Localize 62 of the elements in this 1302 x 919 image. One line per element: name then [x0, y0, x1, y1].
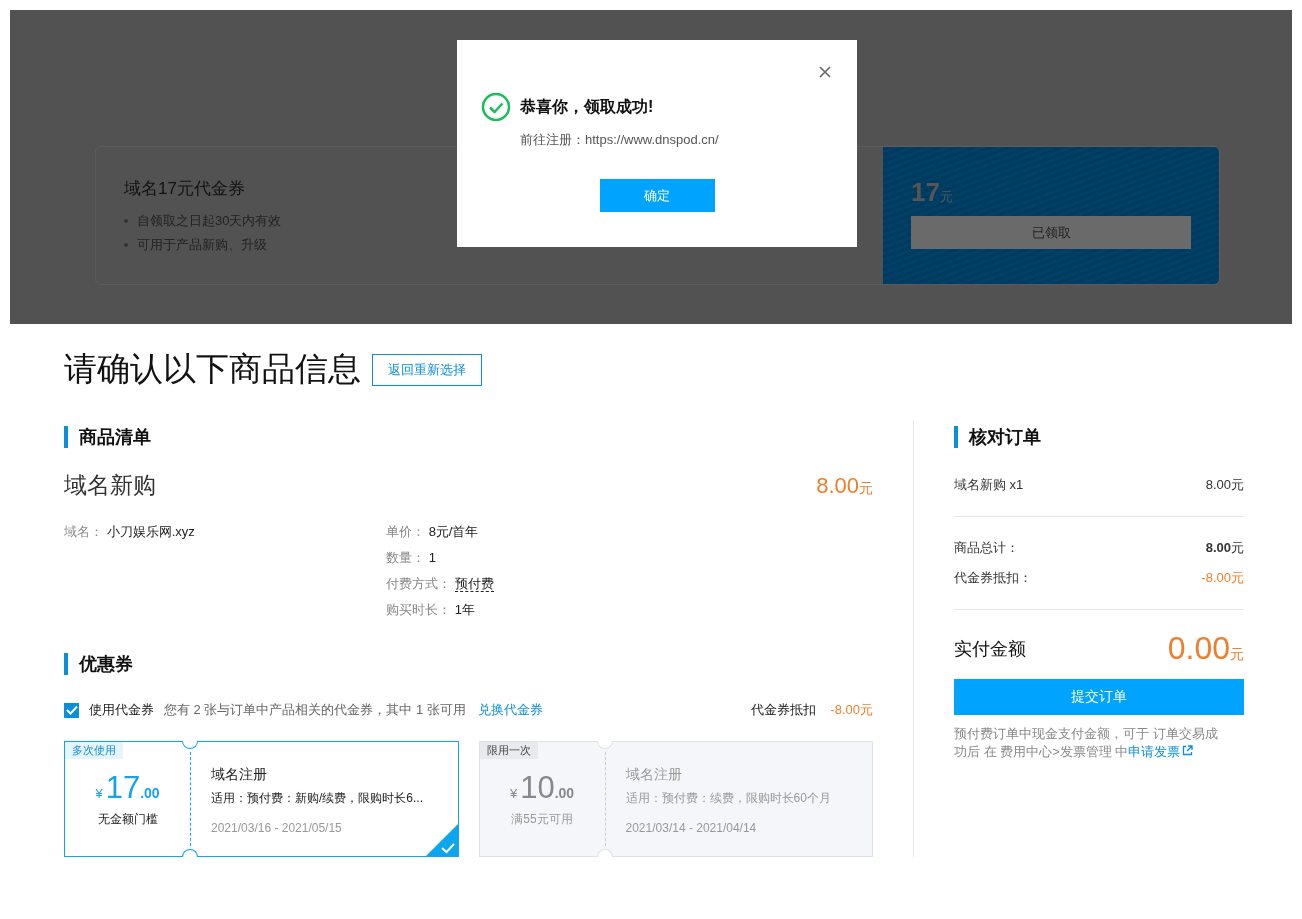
- voucher-amount: ¥17.00: [95, 770, 160, 807]
- invoice-link[interactable]: 申请发票: [1128, 744, 1194, 759]
- validity-dates: 2021/03/16 - 2021/05/15: [211, 821, 343, 835]
- success-check-icon: [481, 92, 511, 122]
- amount-due: 0.00元: [1167, 630, 1244, 667]
- product-price: 8.00元: [816, 472, 873, 499]
- total-value: 8.00元: [1205, 539, 1244, 557]
- submit-order-button[interactable]: 提交订单: [954, 679, 1244, 715]
- close-icon[interactable]: [819, 66, 831, 78]
- voucher-title: 域名17元代金券: [124, 178, 245, 200]
- product-name: 域名新购: [64, 471, 156, 500]
- notch-cutout: [596, 741, 613, 749]
- detail-label: 域名：: [64, 524, 103, 539]
- confirm-button[interactable]: 确定: [599, 179, 715, 212]
- order-item: 域名新购 x1: [954, 476, 1024, 494]
- detail-label: 付费方式：: [386, 576, 451, 591]
- detail-value: 1: [428, 550, 436, 565]
- voucher-card[interactable]: 多次使用 ¥17.00 无金额门槛 域名注册 适用：预付费：新购/续费，限购时长6... 2021/03/16 - 2021/05/15: [64, 741, 459, 857]
- selected-check-icon: [424, 823, 459, 857]
- validity-dates: 2021/03/14 - 2021/04/14: [625, 821, 758, 835]
- detail-value: 小刀娱乐网.xyz: [106, 524, 195, 539]
- back-button[interactable]: 返回重新选择: [372, 353, 482, 386]
- amount-due-label: 实付金额: [954, 637, 1026, 661]
- claimed-button[interactable]: 已领取: [911, 216, 1191, 249]
- external-link-icon: [1182, 745, 1194, 756]
- invoice-note: 预付费订单中现金支付金额，可于 订单交易成功后 在 费用中心>发票管理 中申请发票: [954, 725, 1219, 761]
- deduction-label: 代金券抵扣: [751, 701, 817, 719]
- voucher-scope: 适用：预付费：续费，限购时长60个月: [625, 790, 831, 807]
- redeem-link[interactable]: 兑换代金券: [477, 701, 543, 719]
- voucher-card[interactable]: 限用一次 ¥10.00 满55元可用 域名注册 适用：预付费：续费，限购时长60个月 2021/03/14 - 2021/04/14: [478, 741, 873, 857]
- detail-label: 数量：: [386, 550, 425, 565]
- voucher-title: 域名注册: [625, 766, 683, 784]
- total-label: 代金券抵扣：: [954, 569, 1032, 587]
- voucher-amount: ¥10.00: [509, 770, 575, 807]
- usage-tag: 限用一次: [479, 742, 538, 759]
- voucher-amount: 17元: [911, 177, 954, 208]
- voucher-condition: 满55元可用: [511, 810, 573, 828]
- checkbox-label: 使用代金券: [89, 701, 154, 719]
- notch-cutout: [596, 849, 613, 857]
- order-item-price: 8.00元: [1205, 476, 1244, 494]
- detail-label: 购买时长：: [386, 602, 451, 617]
- voucher-condition: 无金额门槛: [97, 810, 158, 828]
- section-heading: 核对订单: [954, 426, 1041, 448]
- detail-value: 8元/首年: [428, 524, 479, 539]
- section-heading: 商品清单: [64, 426, 151, 448]
- voucher-info: 您有 2 张与订单中产品相关的代金券，其中 1 张可用: [164, 701, 466, 719]
- usage-tag: 多次使用: [65, 742, 123, 759]
- detail-label: 单价：: [386, 524, 425, 539]
- deduction-value: -8.00元: [830, 701, 873, 719]
- tooltip-term[interactable]: 预付费: [454, 576, 494, 592]
- dialog-message: 前往注册：https://www.dnspod.cn/: [520, 131, 720, 149]
- total-label: 商品总计：: [954, 539, 1019, 557]
- notch-cutout: [182, 849, 198, 857]
- page-title: 请确认以下商品信息: [64, 349, 361, 389]
- total-value: -8.00元: [1201, 569, 1244, 587]
- checkbox[interactable]: [64, 702, 79, 718]
- voucher-title: 域名注册: [211, 766, 268, 784]
- section-heading: 优惠券: [64, 653, 133, 675]
- dialog-title: 恭喜你，领取成功!: [520, 96, 654, 117]
- voucher-scope: 适用：预付费：新购/续费，限购时长6...: [211, 790, 423, 807]
- notch-cutout: [182, 741, 198, 749]
- detail-value: 1年: [454, 602, 475, 617]
